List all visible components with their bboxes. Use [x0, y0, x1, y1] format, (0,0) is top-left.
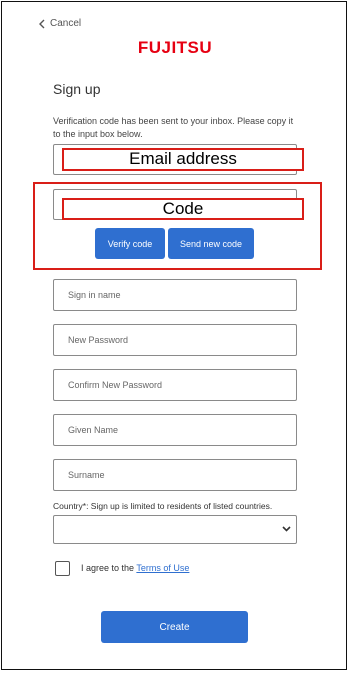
- agree-checkbox[interactable]: [55, 561, 70, 576]
- new-password-input[interactable]: [54, 325, 296, 355]
- cancel-link[interactable]: Cancel: [38, 18, 81, 29]
- code-annotation: Code: [62, 198, 304, 220]
- signin-name-input[interactable]: [54, 280, 296, 310]
- verify-code-button[interactable]: Verify code: [95, 228, 165, 259]
- chevron-left-icon: [39, 19, 45, 28]
- agree-prefix: I agree to the: [81, 563, 137, 573]
- create-button[interactable]: Create: [101, 611, 248, 643]
- email-address-annotation: Email address: [62, 148, 304, 171]
- signin-name-field[interactable]: [53, 279, 297, 311]
- confirm-password-field[interactable]: [53, 369, 297, 401]
- country-label: Country*: Sign up is limited to resident…: [53, 501, 273, 511]
- verification-message: Verification code has been sent to your …: [53, 116, 294, 139]
- given-name-field[interactable]: [53, 414, 297, 446]
- country-select[interactable]: [53, 515, 297, 544]
- page-title: Sign up: [53, 81, 101, 97]
- send-new-code-button[interactable]: Send new code: [168, 228, 254, 259]
- cancel-label: Cancel: [50, 18, 82, 29]
- agree-text: I agree to the Terms of Use: [81, 563, 189, 573]
- terms-of-use-link[interactable]: Terms of Use: [136, 563, 189, 573]
- confirm-password-input[interactable]: [54, 370, 296, 400]
- brand-logo-text: FUJITSU: [137, 38, 213, 57]
- chevron-down-icon: [282, 526, 291, 532]
- surname-input[interactable]: [54, 460, 296, 490]
- surname-field[interactable]: [53, 459, 297, 491]
- given-name-input[interactable]: [54, 415, 296, 445]
- brand-logo: FUJITSU: [0, 38, 350, 58]
- new-password-field[interactable]: [53, 324, 297, 356]
